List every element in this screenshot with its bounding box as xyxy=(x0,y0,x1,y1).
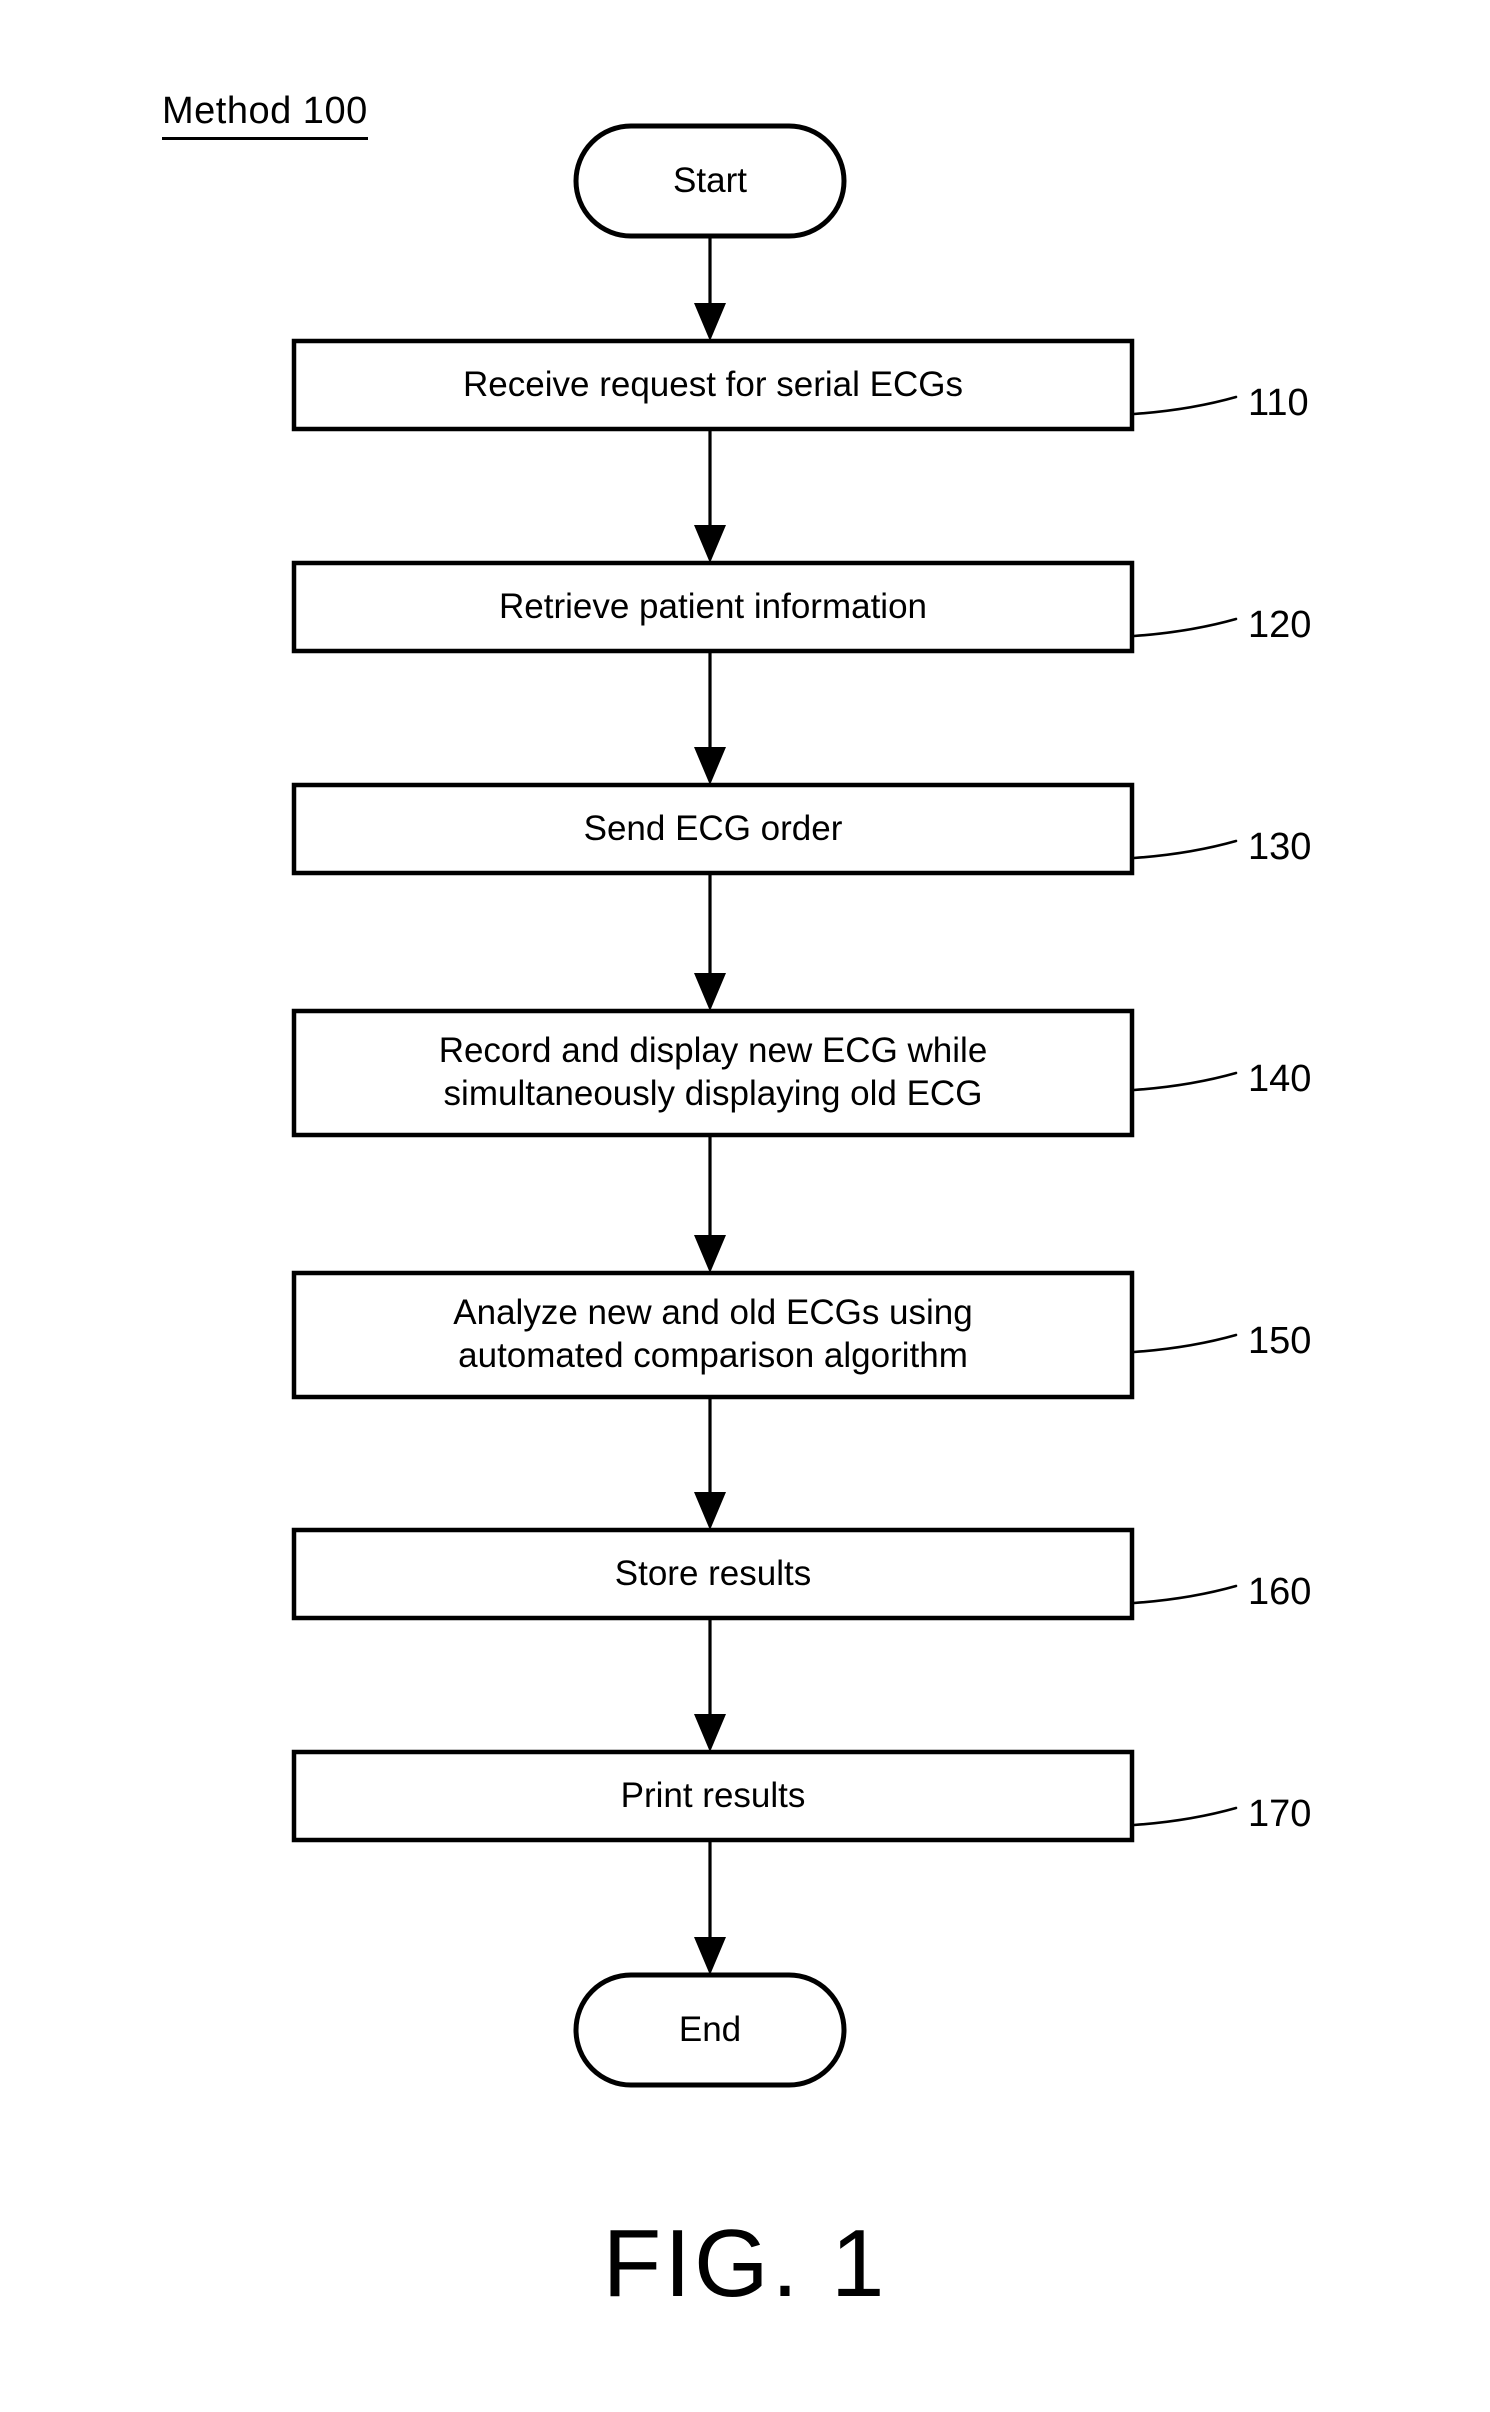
reference-numeral-140: 140 xyxy=(1248,1058,1312,1100)
leader-110 xyxy=(1132,395,1238,416)
connector-120-to-130 xyxy=(694,651,726,785)
leader-150 xyxy=(1132,1333,1238,1354)
reference-numeral-170: 170 xyxy=(1248,1793,1312,1835)
connector-170-to-end xyxy=(694,1840,726,1975)
reference-numeral-150: 150 xyxy=(1248,1320,1312,1362)
leader-140 xyxy=(1132,1071,1238,1092)
process-box-160 xyxy=(291,1527,1135,1621)
connector-140-to-150 xyxy=(694,1135,726,1273)
reference-numeral-110: 110 xyxy=(1248,382,1309,424)
reference-numeral-160: 160 xyxy=(1248,1571,1312,1613)
reference-numeral-120: 120 xyxy=(1248,604,1312,646)
process-box-110 xyxy=(291,338,1135,432)
connector-130-to-140 xyxy=(694,873,726,1011)
figure-1-flowchart: Method 100 Start Receive request for ser… xyxy=(0,0,1490,2412)
process-box-140 xyxy=(291,1008,1135,1138)
leader-130 xyxy=(1132,839,1238,860)
leader-170 xyxy=(1132,1806,1238,1827)
leader-160 xyxy=(1132,1584,1238,1605)
connector-150-to-160 xyxy=(694,1397,726,1530)
figure-caption: FIG. 1 xyxy=(602,2210,888,2317)
process-box-150 xyxy=(291,1270,1135,1400)
leader-120 xyxy=(1132,617,1238,638)
process-box-130 xyxy=(291,782,1135,876)
connector-start-to-110 xyxy=(694,236,726,341)
reference-numeral-130: 130 xyxy=(1248,826,1312,868)
connector-160-to-170 xyxy=(694,1618,726,1752)
process-box-120 xyxy=(291,560,1135,654)
end-terminator-label: End xyxy=(678,2010,742,2049)
start-terminator-label: Start xyxy=(673,161,747,200)
connector-110-to-120 xyxy=(694,429,726,563)
process-box-170 xyxy=(291,1749,1135,1843)
